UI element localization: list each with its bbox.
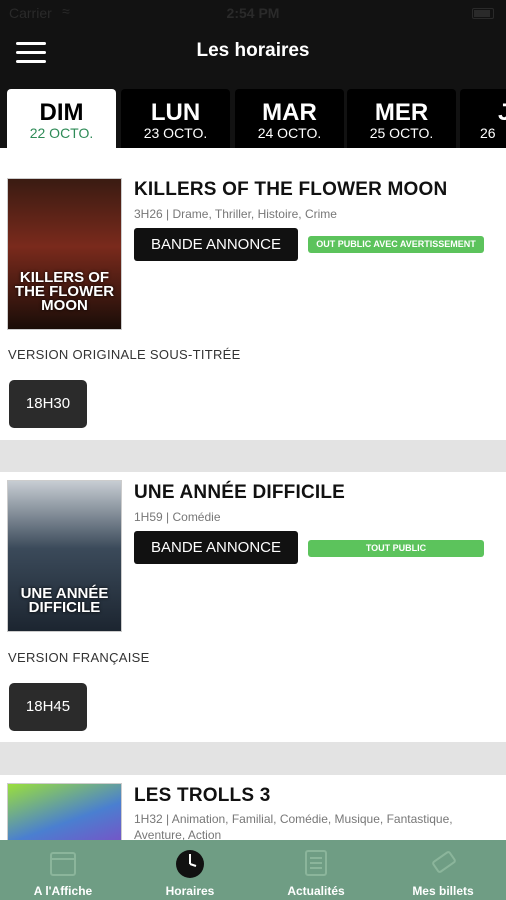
nav-mes-billets[interactable]: Mes billets [380, 840, 506, 900]
movie-card: KILLERS OF THE FLOWER MOON KILLERS OF TH… [0, 148, 506, 440]
movie-poster[interactable]: UNE ANNÉE DIFFICILE [7, 480, 122, 632]
tab-day-label: MER [374, 99, 429, 126]
rating-badge: TOUT PUBLIC [308, 540, 484, 557]
tab-date-label: 24 OCTO. [257, 125, 322, 141]
nav-label: A l'Affiche [33, 884, 93, 898]
movie-meta: 3H26 | Drame, Thriller, Histoire, Crime [134, 207, 337, 221]
tab-day-4[interactable]: J 26 [460, 89, 506, 148]
tab-date-label: 23 OCTO. [143, 125, 208, 141]
nav-label: Horaires [165, 884, 215, 898]
news-icon [305, 850, 327, 876]
tab-date-label: 25 OCTO. [369, 125, 434, 141]
page-title: Les horaires [196, 40, 310, 61]
movie-title[interactable]: KILLERS OF THE FLOWER MOON [134, 179, 447, 201]
tab-date-label: 22 OCTO. [29, 125, 94, 141]
tab-day-label: LUN [150, 99, 201, 126]
nav-label: Actualités [287, 884, 345, 898]
nav-a-l-affiche[interactable]: A l'Affiche [0, 840, 126, 900]
tab-day-3[interactable]: MER 25 OCTO. [347, 89, 456, 148]
movie-card: LES TROLLS 3 1H32 | Animation, Familial,… [0, 775, 506, 840]
movie-poster[interactable]: KILLERS OF THE FLOWER MOON [7, 178, 122, 330]
tab-day-label: MAR [262, 99, 317, 126]
movie-title[interactable]: LES TROLLS 3 [134, 785, 270, 807]
version-label: VERSION ORIGINALE SOUS-TITRÉE [8, 347, 241, 362]
showtime-button[interactable]: 18H30 [9, 380, 87, 428]
ticket-icon [432, 851, 456, 873]
rating-badge: OUT PUBLIC AVEC AVERTISSEMENT [308, 236, 484, 253]
date-tabs: DIM 22 OCTO. LUN 23 OCTO. MAR 24 OCTO. M… [7, 89, 506, 148]
tab-day-1[interactable]: LUN 23 OCTO. [121, 89, 230, 148]
status-bar: Carrier ≈ 2:54 PM [0, 3, 506, 24]
tab-day-label: DIM [39, 99, 84, 126]
tab-day-0[interactable]: DIM 22 OCTO. [7, 89, 116, 148]
movie-title[interactable]: UNE ANNÉE DIFFICILE [134, 482, 345, 504]
clock-icon [176, 850, 204, 878]
version-label: VERSION FRANÇAISE [8, 650, 150, 665]
showtime-button[interactable]: 18H45 [9, 683, 87, 731]
trailer-button[interactable]: BANDE ANNONCE [134, 531, 298, 564]
battery-icon [472, 8, 494, 19]
movie-meta: 1H32 | Animation, Familial, Comédie, Mus… [134, 812, 453, 840]
nav-actualites[interactable]: Actualités [253, 840, 379, 900]
bottom-tab-bar: A l'Affiche Horaires Actualités Mes bill… [0, 840, 506, 900]
trailer-button[interactable]: BANDE ANNONCE [134, 228, 298, 261]
tab-day-2[interactable]: MAR 24 OCTO. [235, 89, 344, 148]
tab-date-label: 26 [480, 125, 496, 141]
movie-card: UNE ANNÉE DIFFICILE UNE ANNÉE DIFFICILE … [0, 472, 506, 742]
nav-label: Mes billets [412, 884, 474, 898]
showtimes-list: KILLERS OF THE FLOWER MOON KILLERS OF TH… [0, 148, 506, 840]
calendar-icon [50, 852, 76, 876]
movie-poster[interactable] [7, 783, 122, 840]
nav-horaires[interactable]: Horaires [127, 840, 253, 900]
movie-meta: 1H59 | Comédie [134, 510, 221, 524]
poster-title: KILLERS OF THE FLOWER MOON [14, 269, 115, 314]
poster-title: UNE ANNÉE DIFFICILE [20, 585, 109, 616]
clock-time: 2:54 PM [226, 5, 280, 21]
tab-day-label: J [498, 99, 506, 126]
header-bar: Carrier ≈ 2:54 PM Les horaires DIM 22 OC… [0, 0, 506, 148]
